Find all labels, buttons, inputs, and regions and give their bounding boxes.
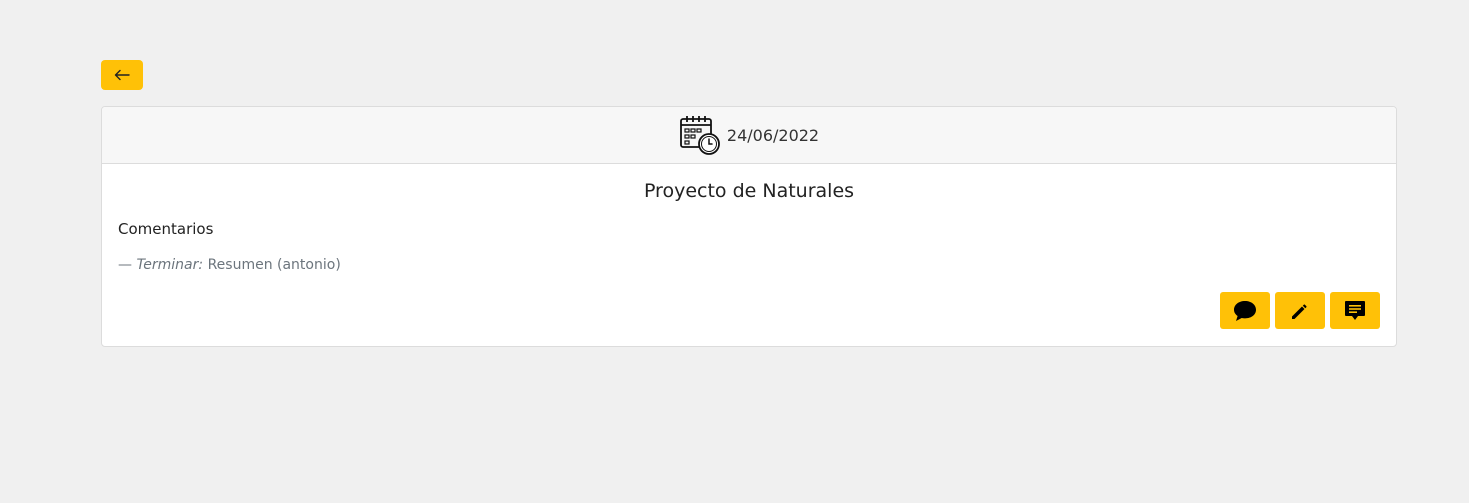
task-card: 24/06/2022 Proyecto de Naturales Comenta… <box>101 106 1397 347</box>
comment-text: Resumen (antonio) <box>207 257 341 273</box>
edit-button[interactable] <box>1275 292 1325 329</box>
arrow-left-icon <box>114 69 130 81</box>
feedback-button[interactable] <box>1330 292 1380 329</box>
comment-item: — Terminar: Resumen (antonio) <box>118 257 341 273</box>
card-header: 24/06/2022 <box>102 107 1396 164</box>
comment-button[interactable] <box>1220 292 1270 329</box>
card-actions <box>1220 292 1380 329</box>
comments-heading: Comentarios <box>118 220 214 238</box>
calendar-clock-icon <box>679 116 720 155</box>
pencil-icon <box>1292 303 1307 319</box>
comment-label: Terminar: <box>136 257 204 273</box>
comment-dash: — <box>118 257 132 273</box>
chat-bubble-icon <box>1234 300 1256 321</box>
task-date: 24/06/2022 <box>726 125 820 145</box>
task-title: Proyecto de Naturales <box>643 180 855 202</box>
back-button[interactable] <box>101 60 143 90</box>
message-icon <box>1345 300 1365 320</box>
